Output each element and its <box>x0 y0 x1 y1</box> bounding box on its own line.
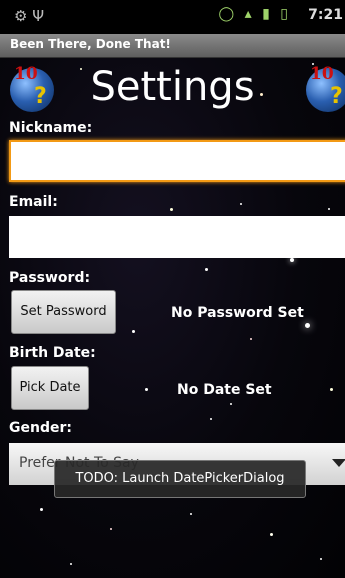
set-password-button[interactable]: Set Password <box>11 290 116 334</box>
clock-time: 7:21 <box>308 7 343 23</box>
nickname-label: Nickname: <box>9 120 93 136</box>
toast-message: TODO: Launch DatePickerDialog <box>54 460 306 498</box>
birthdate-status: No Date Set <box>177 382 272 398</box>
app-title-bar: Been There, Done That! <box>0 34 345 58</box>
birthdate-label: Birth Date: <box>9 345 96 361</box>
status-icons: ◯ ▴ ▮ ▯ <box>218 6 291 22</box>
password-label: Password: <box>9 270 91 286</box>
password-status: No Password Set <box>171 305 304 321</box>
page-title: Settings <box>90 64 255 110</box>
dropdown-arrow-icon <box>332 459 345 467</box>
status-bar: ⚙ Ψ ◯ ▴ ▮ ▯ 7:21 <box>0 0 345 34</box>
gender-label: Gender: <box>9 420 72 436</box>
app-title: Been There, Done That! <box>10 37 171 51</box>
email-label: Email: <box>9 194 58 210</box>
screen: ⚙ Ψ ◯ ▴ ▮ ▯ 7:21 Been There, Done That! <box>0 0 345 578</box>
nickname-input[interactable] <box>9 140 345 182</box>
notification-icons: ⚙ Ψ <box>14 7 45 25</box>
pick-date-button[interactable]: Pick Date <box>11 366 89 410</box>
email-input[interactable] <box>9 216 345 258</box>
